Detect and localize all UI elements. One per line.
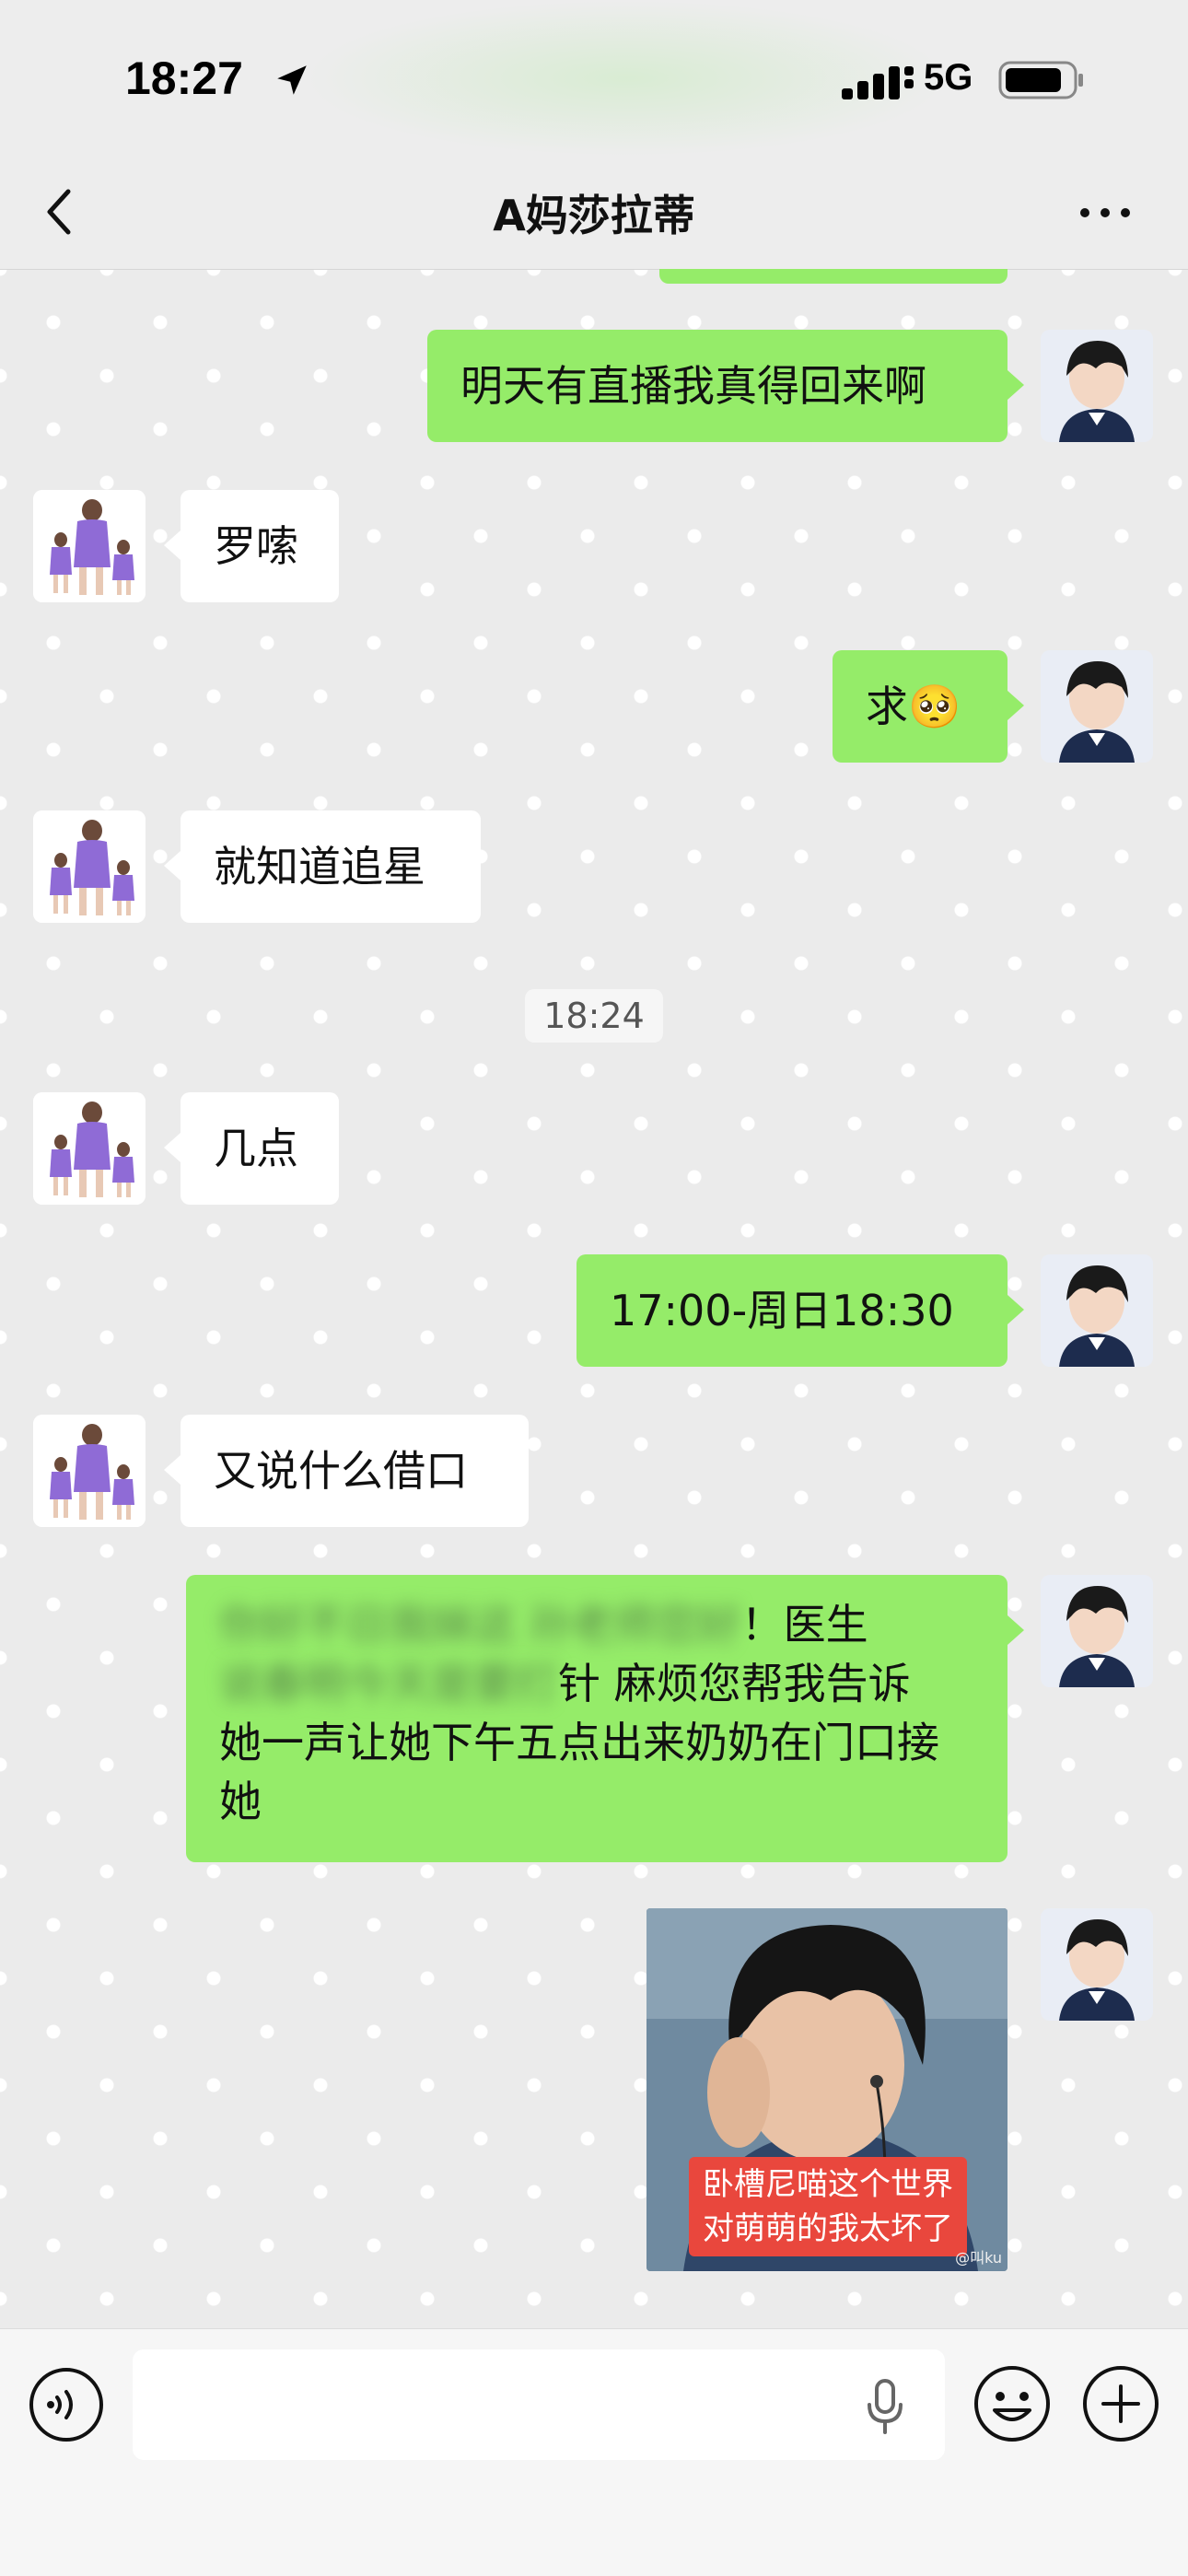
- microphone-icon[interactable]: [862, 2377, 908, 2436]
- boy-avatar-icon: [1041, 1908, 1153, 2021]
- contact-avatar[interactable]: [33, 490, 146, 602]
- message-bubble-sent[interactable]: 求🥺: [833, 650, 1024, 763]
- boy-avatar-icon: [1041, 650, 1153, 763]
- message-text: 针 麻烦您帮我告诉: [558, 1659, 911, 1708]
- message-line: 说春明今天是要打针 麻烦您帮我告诉: [219, 1654, 974, 1713]
- message-text: 就知道追星: [214, 842, 425, 892]
- chat-title: A妈莎拉蒂: [493, 191, 695, 240]
- family-avatar-icon: [33, 490, 146, 602]
- message-input[interactable]: [133, 2349, 945, 2460]
- voice-toggle-icon[interactable]: [28, 2366, 105, 2443]
- message-text: 她一声让她下午五点出来奶奶在门口接她: [219, 1718, 939, 1826]
- message-text: 又说什么借口: [214, 1446, 468, 1496]
- message-text: 求🥺: [866, 682, 961, 731]
- my-avatar[interactable]: [1041, 1908, 1153, 2021]
- status-time: 18:27: [125, 52, 243, 104]
- redacted-text: 说春明今天是要打: [219, 1659, 558, 1708]
- more-options-icon[interactable]: [1076, 190, 1135, 236]
- my-avatar[interactable]: [1041, 650, 1153, 763]
- message-text: 17:00-周日18:30: [610, 1286, 954, 1335]
- message-text: 罗嗦: [214, 521, 298, 571]
- sticker-watermark: @叫ku: [955, 2249, 1002, 2267]
- message-text: ！医生: [740, 1600, 868, 1649]
- my-avatar[interactable]: [1041, 330, 1153, 442]
- family-avatar-icon: [33, 1415, 146, 1527]
- sticker-caption: 卧槽尼喵这个世界对萌萌的我太坏了: [689, 2157, 967, 2256]
- my-avatar[interactable]: [1041, 1575, 1153, 1687]
- message-bubble-received[interactable]: 又说什么借口: [164, 1415, 529, 1527]
- message-bubble-received[interactable]: 几点: [164, 1092, 339, 1205]
- previous-bubble-partial: [659, 269, 1007, 284]
- contact-avatar[interactable]: [33, 1415, 146, 1527]
- nav-bar: A妈莎拉蒂: [0, 157, 1188, 270]
- sticker-image[interactable]: 卧槽尼喵这个世界对萌萌的我太坏了 @叫ku: [646, 1908, 1007, 2271]
- message-bubble-sent[interactable]: 明天有直播我真得回来啊: [427, 330, 1024, 442]
- message-bubble-received[interactable]: 罗嗦: [164, 490, 339, 602]
- emoji-icon[interactable]: [973, 2364, 1052, 2443]
- add-more-icon[interactable]: [1081, 2364, 1160, 2443]
- input-bar: [0, 2328, 1188, 2576]
- family-avatar-icon: [33, 810, 146, 923]
- message-text: 几点: [214, 1124, 298, 1173]
- boy-avatar-icon: [1041, 1254, 1153, 1367]
- location-arrow-icon: [277, 65, 307, 95]
- message-line: 你好不日我妹这 孙老师您好！医生: [219, 1595, 974, 1654]
- battery-icon: [998, 61, 1083, 99]
- message-bubble-sent[interactable]: 17:00-周日18:30: [577, 1254, 1024, 1367]
- message-bubble-sent[interactable]: 你好不日我妹这 孙老师您好！医生 说春明今天是要打针 麻烦您帮我告诉 她一声让她…: [186, 1575, 1024, 1862]
- redacted-text: 你好不日我妹这 孙老师您好: [219, 1600, 741, 1649]
- network-type: 5G: [924, 57, 973, 98]
- family-avatar-icon: [33, 1092, 146, 1205]
- status-bar: 18:27 5G: [0, 0, 1188, 157]
- message-text: 明天有直播我真得回来啊: [460, 361, 926, 411]
- contact-avatar[interactable]: [33, 1092, 146, 1205]
- chat-timestamp: 18:24: [525, 989, 663, 1043]
- boy-avatar-icon: [1041, 1575, 1153, 1687]
- signal-icon: [842, 66, 914, 99]
- boy-avatar-icon: [1041, 330, 1153, 442]
- message-bubble-received[interactable]: 就知道追星: [164, 810, 481, 923]
- contact-avatar[interactable]: [33, 810, 146, 923]
- my-avatar[interactable]: [1041, 1254, 1153, 1367]
